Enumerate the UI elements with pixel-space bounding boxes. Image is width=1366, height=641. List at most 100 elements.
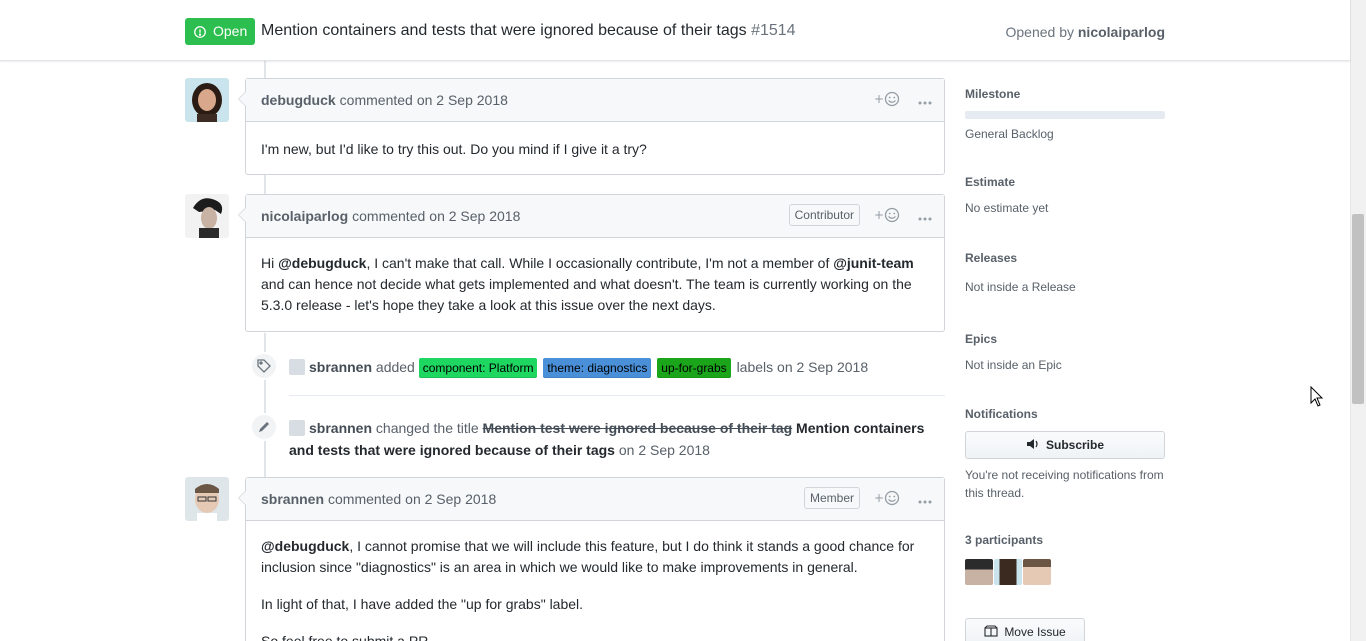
comment-date-link[interactable]: on 2 Sep 2018: [429, 208, 520, 224]
event-actor-link[interactable]: sbrannen: [309, 359, 372, 375]
comment-actions: +: [874, 490, 932, 509]
milestone-progress-bar: [965, 111, 1165, 119]
milestone-link[interactable]: General Backlog: [965, 127, 1165, 141]
comment-paragraph: @debugduck, I cannot promise that we wil…: [261, 536, 929, 578]
participant-avatar[interactable]: [965, 559, 993, 585]
comment-arrow: [238, 207, 246, 223]
opened-by-author-link[interactable]: nicolaiparlog: [1078, 24, 1165, 40]
comment-date-link[interactable]: on 2 Sep 2018: [405, 491, 496, 507]
comment-verb: commented: [339, 92, 413, 108]
comment-paragraph: So feel free to submit a PR.: [261, 633, 433, 641]
sidebar-heading: Notifications: [965, 407, 1038, 421]
comment-author-link[interactable]: debugduck: [261, 92, 336, 108]
comment-author-link[interactable]: nicolaiparlog: [261, 208, 348, 224]
add-reaction-icon[interactable]: +: [874, 490, 902, 509]
issue-state-badge: Open: [185, 18, 256, 45]
sidebar-heading: 3 participants: [965, 533, 1044, 547]
sidebar-participants: 3 participants: [965, 533, 1165, 547]
event-divider: [289, 395, 945, 396]
actor-avatar[interactable]: [289, 359, 305, 375]
user-mention-link[interactable]: @debugduck: [278, 255, 366, 271]
comment-header: debugduck commented on 2 Sep 2018 +: [246, 79, 944, 122]
avatar[interactable]: [185, 194, 229, 238]
comment-body: @debugduck, I cannot promise that we wil…: [246, 521, 944, 641]
author-association-badge: Member: [803, 487, 860, 509]
text-run: , I can't make that call. While I occasi…: [366, 255, 834, 271]
comment-author-link[interactable]: sbrannen: [261, 491, 324, 507]
issue-title-text: Mention containers and tests that were i…: [261, 22, 747, 39]
add-reaction-icon[interactable]: +: [874, 207, 902, 226]
user-mention-link[interactable]: @debugduck: [261, 538, 349, 554]
event-verb: changed the title: [375, 420, 479, 436]
sidebar-heading[interactable]: Estimate: [965, 175, 1165, 189]
avatar[interactable]: [185, 477, 229, 521]
sidebar-estimate: Estimate No estimate yet: [965, 175, 1165, 215]
comment-header: sbrannen commented on 2 Sep 2018 Member …: [246, 478, 944, 521]
old-title: Mention test were ignored because of the…: [482, 420, 793, 436]
svg-text:+: +: [874, 208, 884, 222]
event-verb: added: [375, 359, 415, 375]
pencil-icon: [250, 413, 278, 441]
avatar-debugduck-image: [185, 78, 229, 122]
comment: nicolaiparlog commented on 2 Sep 2018 Co…: [238, 194, 945, 332]
issue-title: Mention containers and tests that were i…: [261, 22, 796, 40]
avatar[interactable]: [185, 78, 229, 122]
text-run: Hi: [261, 255, 279, 271]
mouse-pointer-icon: [1310, 385, 1324, 411]
timeline-connector: [264, 61, 266, 78]
text-run: and can hence not decide what gets imple…: [261, 276, 912, 313]
comment-header: nicolaiparlog commented on 2 Sep 2018 Co…: [246, 195, 944, 238]
sidebar-heading[interactable]: Milestone: [965, 87, 1165, 101]
comment-paragraph: I'm new, but I'd like to try this out. D…: [261, 141, 647, 157]
comment-arrow: [238, 91, 246, 107]
kebab-menu-icon[interactable]: [918, 93, 932, 109]
comment-verb: commented: [328, 491, 402, 507]
sidebar-notifications: Notifications: [965, 407, 1165, 421]
subscribe-button[interactable]: Subscribe: [965, 431, 1165, 459]
page-scrollbar-thumb[interactable]: [1352, 214, 1364, 404]
comment-arrow: [238, 490, 246, 506]
event-date-link[interactable]: on 2 Sep 2018: [619, 442, 710, 458]
comment-paragraph: Hi @debugduck, I can't make that call. W…: [261, 253, 929, 316]
event-suffix: labels: [736, 359, 774, 375]
opened-by: Opened by nicolaiparlog: [1005, 24, 1165, 40]
sidebar-releases: Releases Not inside a Release: [965, 251, 1165, 294]
text-run: , I cannot promise that we will include …: [261, 538, 915, 575]
sidebar-milestone: Milestone: [965, 87, 1165, 101]
comment-actions: +: [874, 207, 932, 226]
kebab-menu-icon[interactable]: [918, 492, 932, 508]
add-reaction-icon[interactable]: +: [874, 91, 902, 110]
svg-text:+: +: [874, 92, 884, 106]
event-actor-link[interactable]: sbrannen: [309, 420, 372, 436]
participant-avatar[interactable]: [1023, 559, 1051, 585]
svg-text:+: +: [874, 491, 884, 505]
issue-number: #1514: [751, 22, 796, 39]
move-issue-button[interactable]: Move Issue: [965, 618, 1085, 641]
sidebar-heading[interactable]: Releases: [965, 251, 1165, 265]
label-up-for-grabs[interactable]: up-for-grabs: [657, 358, 731, 378]
kebab-menu-icon[interactable]: [918, 209, 932, 225]
event-text: sbrannen added component: Platform theme…: [289, 356, 868, 378]
sidebar-epics: Epics Not inside an Epic: [965, 332, 1165, 372]
comment-verb: commented: [352, 208, 426, 224]
comment-date-link[interactable]: on 2 Sep 2018: [417, 92, 508, 108]
label-theme-diagnostics[interactable]: theme: diagnostics: [543, 358, 652, 378]
team-mention-link[interactable]: @junit-team: [833, 255, 914, 271]
epics-value: Not inside an Epic: [965, 358, 1062, 372]
comment-body: Hi @debugduck, I can't make that call. W…: [246, 238, 944, 331]
event-text: sbrannen changed the title Mention test …: [289, 417, 939, 461]
event-date-link[interactable]: on 2 Sep 2018: [777, 359, 868, 375]
avatar-nicolaiparlog-image: [185, 194, 229, 238]
move-issue-label: Move Issue: [1004, 625, 1066, 639]
releases-value: Not inside a Release: [965, 280, 1076, 294]
label-component-platform[interactable]: component: Platform: [418, 358, 538, 378]
actor-avatar[interactable]: [289, 420, 305, 436]
notifications-note-wrap: You're not receiving notifications from …: [965, 466, 1165, 502]
comment: debugduck commented on 2 Sep 2018 + I'm …: [238, 78, 945, 175]
sidebar-heading[interactable]: Epics: [965, 332, 1165, 346]
tag-icon: [250, 352, 278, 380]
box-icon: [984, 624, 998, 640]
avatar-sbrannen-image: [185, 477, 229, 521]
sidebar-milestone-value: General Backlog: [965, 127, 1165, 141]
participant-avatar[interactable]: [994, 559, 1022, 585]
